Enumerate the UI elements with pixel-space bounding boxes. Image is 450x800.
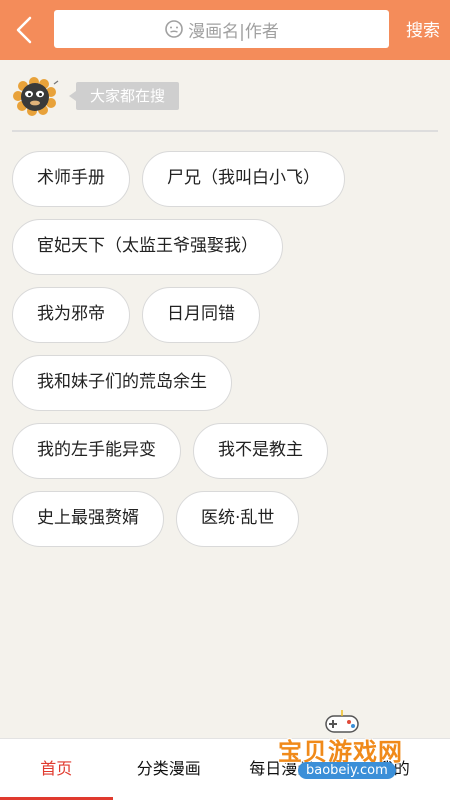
back-button[interactable] (6, 10, 42, 50)
hot-search-tags: 术师手册 尸兄（我叫白小飞） 宦妃天下（太监王爷强娶我） 我为邪帝 日月同错 我… (12, 151, 442, 559)
search-tag[interactable]: 史上最强赘婿 (12, 491, 164, 547)
tag-row: 我和妹子们的荒岛余生 (12, 355, 442, 411)
tag-row: 史上最强赘婿 医统·乱世 (12, 491, 442, 547)
tag-row: 我的左手能异变 我不是教主 (12, 423, 442, 479)
search-tag[interactable]: 我和妹子们的荒岛余生 (12, 355, 232, 411)
hot-search-label: 大家都在搜 (68, 82, 180, 110)
search-tag[interactable]: 医统·乱世 (176, 491, 300, 547)
tag-row: 术师手册 尸兄（我叫白小飞） (12, 151, 442, 207)
search-tag[interactable]: 尸兄（我叫白小飞） (142, 151, 345, 207)
search-tag[interactable]: 日月同错 (142, 287, 260, 343)
bottom-nav: 首页 分类漫画 每日漫画 我的 (0, 738, 450, 800)
nav-mine[interactable]: 我的 (338, 739, 450, 800)
mascot-icon (13, 77, 59, 116)
search-tag[interactable]: 宦妃天下（太监王爷强娶我） (12, 219, 283, 275)
tag-row: 宦妃天下（太监王爷强娶我） (12, 219, 442, 275)
hot-search-header: 大家都在搜 (12, 76, 442, 116)
top-bar: 漫画名|作者 搜索 (0, 0, 450, 60)
search-button[interactable]: 搜索 (406, 16, 440, 41)
divider (12, 130, 438, 132)
smiley-icon (164, 19, 184, 39)
nav-home[interactable]: 首页 (0, 739, 113, 800)
search-tag[interactable]: 我为邪帝 (12, 287, 130, 343)
search-input[interactable]: 漫画名|作者 (54, 10, 389, 48)
search-placeholder: 漫画名|作者 (188, 21, 279, 42)
gamepad-icon (325, 710, 359, 733)
search-tag[interactable]: 术师手册 (12, 151, 130, 207)
tag-row: 我为邪帝 日月同错 (12, 287, 442, 343)
search-tag[interactable]: 我不是教主 (193, 423, 328, 479)
nav-daily[interactable]: 每日漫画 (225, 739, 338, 800)
nav-categories[interactable]: 分类漫画 (113, 739, 226, 800)
search-tag[interactable]: 我的左手能异变 (12, 423, 181, 479)
chevron-left-icon (16, 16, 32, 44)
